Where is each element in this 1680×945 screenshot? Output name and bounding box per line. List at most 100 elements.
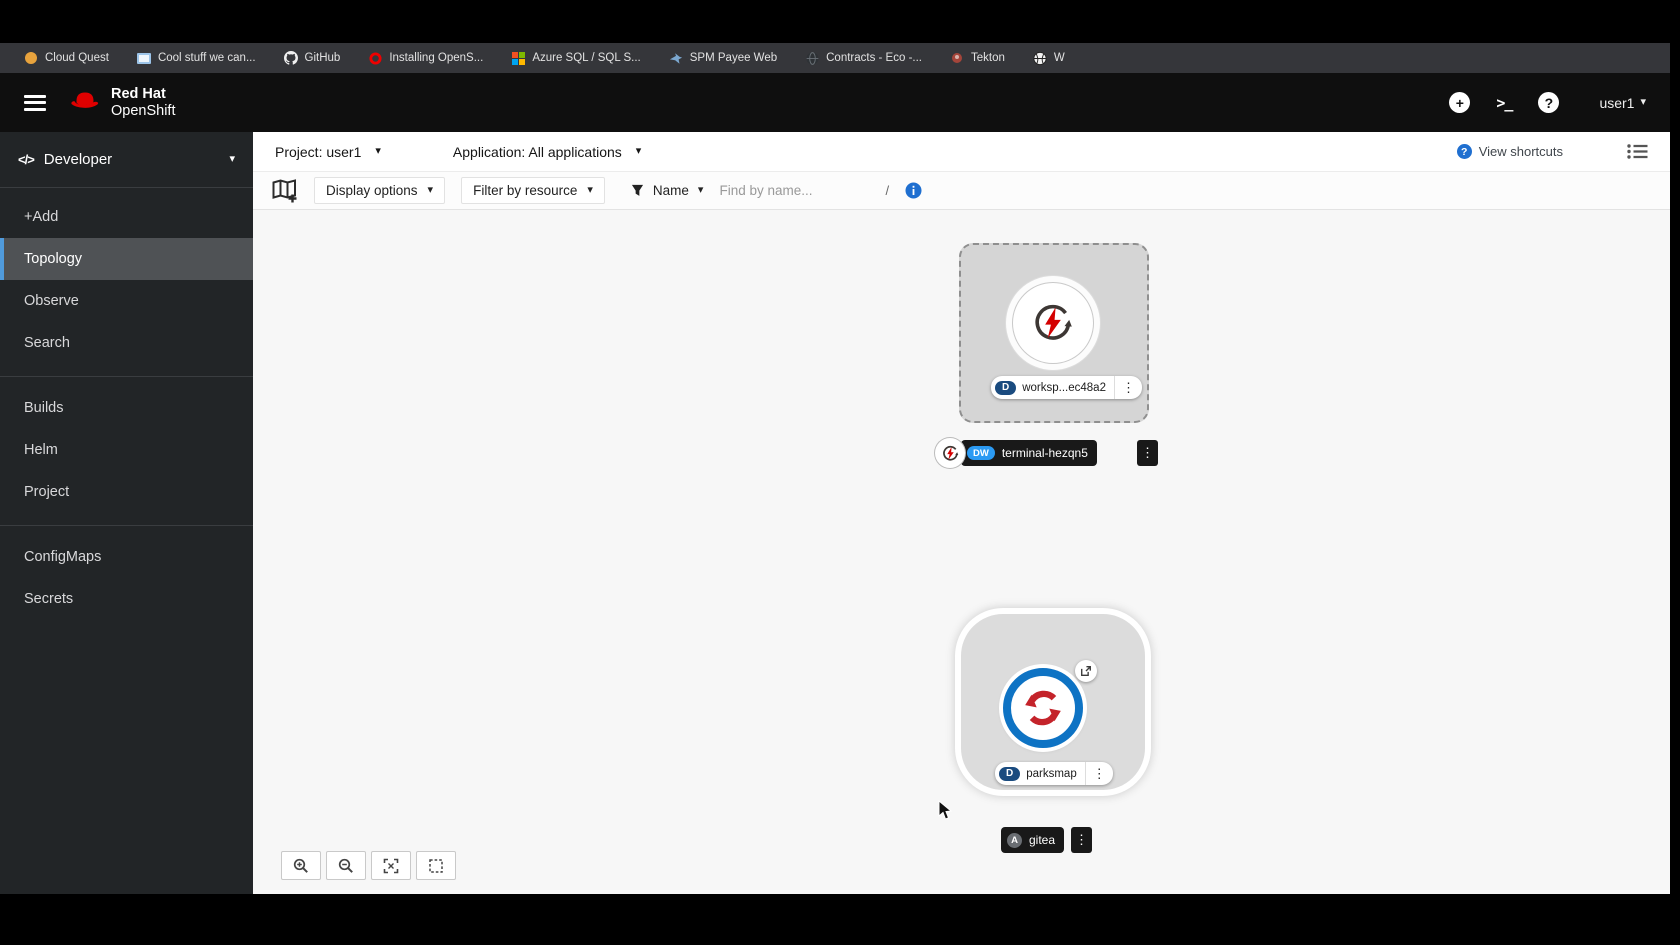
topology-toolbar: Display options ▾ Filter by resource ▾ N… xyxy=(253,172,1670,210)
bookmark-tekton[interactable]: Tekton xyxy=(936,43,1019,73)
screen: Cloud Quest Cool stuff we can... GitHub … xyxy=(0,0,1680,945)
gitea-node-label[interactable]: A gitea xyxy=(1001,827,1065,853)
brand-text: Red Hat OpenShift xyxy=(111,86,176,119)
list-view-toggle-icon[interactable] xyxy=(1627,143,1648,160)
web-terminal-icon[interactable]: >_ xyxy=(1496,92,1513,113)
chevron-down-icon: ▾ xyxy=(697,184,704,196)
sidebar-item-add[interactable]: +Add xyxy=(0,196,253,238)
sidebar-nav-list: +Add Topology Observe Search Builds Helm… xyxy=(0,188,253,620)
kebab-menu-icon[interactable]: ⋮ xyxy=(1084,762,1113,785)
bookmark-label: Tekton xyxy=(970,52,1005,64)
name-filter-label: Name xyxy=(652,183,689,198)
help-question-circle-icon[interactable]: ? xyxy=(1538,92,1560,113)
name-filter-dropdown[interactable]: Name ▾ xyxy=(631,183,704,198)
project-dropdown-label: Project: user1 xyxy=(275,143,362,160)
workspace-node-label[interactable]: D worksp...ec48a2 ⋮ xyxy=(991,376,1142,399)
tekton-icon xyxy=(950,51,964,65)
bookmark-label: W xyxy=(1053,52,1065,64)
terminal-node-label[interactable]: DW terminal-hezqn5 xyxy=(961,440,1097,466)
chevron-down-icon: ▾ xyxy=(1640,96,1646,108)
browser-bookmarks-bar: Cloud Quest Cool stuff we can... GitHub … xyxy=(0,43,1670,73)
zoom-out-button[interactable] xyxy=(326,851,366,880)
sidebar-item-observe[interactable]: Observe xyxy=(0,280,253,322)
project-dropdown[interactable]: Project: user1 ▾ xyxy=(275,144,381,160)
display-options-dropdown[interactable]: Display options ▾ xyxy=(314,177,446,204)
application-dropdown-label: Application: All applications xyxy=(452,143,622,160)
redhat-fedora-icon xyxy=(68,88,102,117)
view-shortcuts-link[interactable]: ? View shortcuts xyxy=(1456,144,1563,159)
cloud-quest-icon xyxy=(24,51,38,65)
bookmark-label: Cool stuff we can... xyxy=(157,52,256,64)
bookmark-github[interactable]: GitHub xyxy=(270,43,355,73)
export-application-map-icon[interactable] xyxy=(271,178,298,203)
terminal-label-text: terminal-hezqn5 xyxy=(1001,446,1088,460)
sidebar-nav: </> Developer ▾ +Add Topology Observe Se… xyxy=(0,132,253,894)
parksmap-sync-arrows-icon xyxy=(1020,685,1066,731)
application-badge: A xyxy=(1007,832,1022,848)
devworkspace-badge: DW xyxy=(967,446,995,460)
bookmark-cool-stuff[interactable]: Cool stuff we can... xyxy=(123,43,270,73)
terminal-node[interactable] xyxy=(935,438,965,468)
masthead: Red Hat OpenShift + >_ ? user1 ▾ xyxy=(0,73,1670,132)
perspective-label: Developer xyxy=(43,151,113,168)
bookmark-w[interactable]: W xyxy=(1019,43,1079,73)
microsoft-icon xyxy=(511,51,525,65)
code-icon: </> xyxy=(18,152,35,167)
user-name: user1 xyxy=(1599,94,1635,111)
globe-icon xyxy=(1033,51,1047,65)
chevron-down-icon: ▾ xyxy=(375,145,381,157)
masthead-tools: + >_ ? user1 ▾ xyxy=(1449,92,1646,113)
sidebar-item-secrets[interactable]: Secrets xyxy=(0,578,253,620)
github-icon xyxy=(283,51,298,65)
sidebar-item-configmaps[interactable]: ConfigMaps xyxy=(0,536,253,578)
devworkspace-che-icon xyxy=(941,444,960,463)
brand-openshift: OpenShift xyxy=(111,102,176,119)
topology-canvas[interactable]: D worksp...ec48a2 ⋮ DW terminal-hezqn5 ⋮ xyxy=(253,210,1670,893)
bookmark-label: SPM Payee Web xyxy=(689,52,778,64)
workspace-label-text: worksp...ec48a2 xyxy=(1022,381,1106,394)
bookmark-label: Cloud Quest xyxy=(45,52,109,64)
sidebar-item-search[interactable]: Search xyxy=(0,322,253,364)
filter-by-resource-dropdown[interactable]: Filter by resource ▾ xyxy=(461,177,605,204)
chevron-down-icon: ▾ xyxy=(427,184,434,196)
window-icon xyxy=(136,51,151,65)
parksmap-node[interactable] xyxy=(1003,668,1083,748)
sidebar-item-project[interactable]: Project xyxy=(0,471,253,513)
bookmark-azure-sql[interactable]: Azure SQL / SQL S... xyxy=(497,43,654,73)
reset-view-button[interactable] xyxy=(416,851,456,880)
view-shortcuts-label: View shortcuts xyxy=(1478,144,1563,159)
workspace-node[interactable] xyxy=(1013,283,1093,363)
bookmark-contracts[interactable]: Contracts - Eco -... xyxy=(791,43,936,73)
find-by-name-input[interactable] xyxy=(719,183,870,198)
info-circle-icon[interactable] xyxy=(905,182,922,199)
add-plus-circle-icon[interactable]: + xyxy=(1449,92,1471,113)
fit-to-screen-button[interactable] xyxy=(371,851,411,880)
deployment-badge: D xyxy=(999,766,1021,781)
mouse-cursor xyxy=(938,799,953,826)
application-dropdown[interactable]: Application: All applications ▾ xyxy=(453,144,641,160)
sidebar-item-topology[interactable]: Topology xyxy=(0,238,253,280)
bird-icon xyxy=(669,51,683,65)
bookmark-spm-payee[interactable]: SPM Payee Web xyxy=(655,43,791,73)
main-content: Project: user1 ▾ Application: All applic… xyxy=(253,132,1670,894)
user-menu[interactable]: user1 ▾ xyxy=(1599,95,1646,111)
sidebar-item-helm[interactable]: Helm xyxy=(0,429,253,471)
bookmark-label: Azure SQL / SQL S... xyxy=(532,52,641,64)
perspective-switcher[interactable]: </> Developer ▾ xyxy=(0,132,253,188)
bookmark-cloud-quest[interactable]: Cloud Quest xyxy=(10,43,123,73)
parksmap-node-label[interactable]: D parksmap ⋮ xyxy=(995,762,1113,785)
zoom-in-button[interactable] xyxy=(281,851,321,880)
bookmark-label: Installing OpenS... xyxy=(389,52,484,64)
sidebar-item-builds[interactable]: Builds xyxy=(0,387,253,429)
chevron-down-icon: ▾ xyxy=(635,145,642,157)
devworkspace-che-icon xyxy=(1030,300,1076,346)
kebab-menu-icon[interactable]: ⋮ xyxy=(1113,376,1142,399)
parksmap-label-text: parksmap xyxy=(1026,767,1077,780)
filter-by-resource-label: Filter by resource xyxy=(473,183,578,198)
nav-toggle-hamburger-icon[interactable] xyxy=(24,94,46,111)
kebab-menu-icon[interactable]: ⋮ xyxy=(1137,440,1158,466)
bookmark-installing-openshift[interactable]: Installing OpenS... xyxy=(354,43,497,73)
chevron-down-icon: ▾ xyxy=(229,153,235,165)
kebab-menu-icon[interactable]: ⋮ xyxy=(1071,827,1092,853)
open-url-external-link-icon[interactable] xyxy=(1075,660,1097,682)
